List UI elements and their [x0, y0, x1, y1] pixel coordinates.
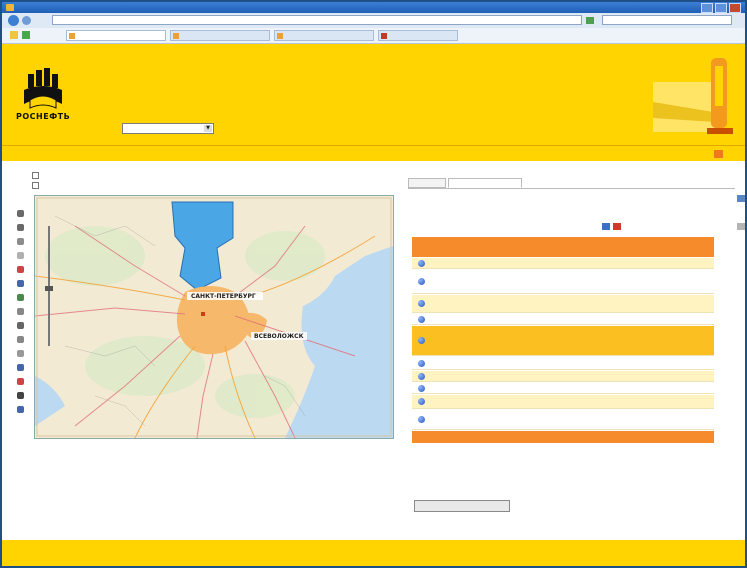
delete-icon[interactable] [613, 223, 621, 230]
map-canvas: САНКТ-ПЕТЕРБУРГ ВСЕВОЛОЖСК [35, 196, 393, 438]
browser-tab[interactable] [66, 30, 166, 41]
region-select[interactable]: ▼ [122, 123, 214, 134]
select-icon[interactable] [17, 322, 24, 329]
export-button[interactable] [414, 500, 510, 512]
row-bullet-icon [418, 385, 425, 392]
chevron-down-icon[interactable]: ▼ [204, 125, 212, 132]
browser-tab[interactable] [170, 30, 270, 41]
favorites-star-icon[interactable] [10, 31, 18, 39]
row-bullet-icon [418, 278, 425, 285]
row-bullet-icon [418, 360, 425, 367]
forward-icon[interactable] [22, 16, 31, 25]
map-label-city: ВСЕВОЛОЖСК [254, 333, 304, 340]
zoom-in-icon[interactable] [17, 210, 24, 217]
export-icon[interactable] [737, 195, 745, 202]
map-option-link[interactable] [32, 182, 42, 189]
table-row[interactable] [412, 270, 714, 294]
measure-icon[interactable] [17, 308, 24, 315]
row-bullet-icon [418, 300, 425, 307]
map-label-city: САНКТ-ПЕТЕРБУРГ [191, 293, 256, 300]
search-input[interactable] [602, 15, 732, 25]
table-row[interactable] [412, 295, 714, 313]
layers-icon[interactable] [17, 294, 24, 301]
add-favorites-icon[interactable] [22, 31, 30, 39]
rss-icon[interactable] [714, 150, 723, 158]
globe-icon[interactable] [17, 364, 24, 371]
table-row[interactable] [412, 383, 714, 394]
ruler-icon[interactable] [17, 336, 24, 343]
tab[interactable] [448, 178, 522, 188]
browser-tabs [2, 28, 745, 44]
table-header [412, 237, 714, 257]
results-panel [408, 188, 745, 519]
map-view[interactable]: САНКТ-ПЕТЕРБУРГ ВСЕВОЛОЖСК [34, 195, 394, 439]
ie-app-icon [6, 4, 14, 11]
row-bullet-icon [418, 416, 425, 423]
info-icon[interactable] [17, 280, 24, 287]
refresh-icon[interactable] [586, 17, 594, 24]
row-bullet-icon [418, 373, 425, 380]
address-input[interactable] [52, 15, 582, 25]
print-icon[interactable] [17, 392, 24, 399]
browser-window: РОСНЕФТЬ ▼ САНКТ-ПЕТЕРБУРГ ВСЕВОЛОЖСК [0, 0, 747, 568]
zoom-out-icon[interactable] [17, 224, 24, 231]
map-option-link[interactable] [32, 172, 42, 179]
minimize-button[interactable] [701, 3, 713, 13]
row-bullet-icon [418, 316, 425, 323]
header-banner-art [653, 58, 733, 134]
table-footer [412, 431, 714, 443]
window-titlebar [2, 2, 745, 13]
address-bar-row [2, 13, 745, 29]
close-button[interactable] [729, 3, 741, 13]
site-footer [2, 540, 745, 566]
grid-icon[interactable] [17, 350, 24, 357]
zoom-box-icon[interactable] [17, 252, 24, 259]
table-row[interactable] [412, 258, 714, 269]
row-bullet-icon [418, 337, 425, 344]
tab-favicon [69, 33, 75, 39]
window-controls [701, 3, 741, 13]
maximize-button[interactable] [715, 3, 727, 13]
marker-icon[interactable] [17, 266, 24, 273]
table-row[interactable] [412, 395, 714, 409]
marker-icon[interactable] [602, 223, 610, 230]
tab-favicon [173, 33, 179, 39]
checkbox[interactable] [32, 182, 39, 189]
table-row[interactable] [412, 410, 714, 430]
help-icon[interactable] [17, 406, 24, 413]
browser-tab[interactable] [378, 30, 458, 41]
tab-favicon [277, 33, 283, 39]
table-row-selected[interactable] [412, 326, 714, 356]
map-toolbar [15, 210, 27, 420]
site-header: РОСНЕФТЬ ▼ [2, 44, 745, 145]
sub-navigation-bar [2, 145, 745, 161]
help-icon[interactable] [737, 223, 745, 230]
row-bullet-icon [418, 260, 425, 267]
browser-tab[interactable] [274, 30, 374, 41]
row-bullet-icon [418, 398, 425, 405]
back-icon[interactable] [8, 15, 19, 26]
flag-icon[interactable] [17, 378, 24, 385]
sub-nav-right [706, 150, 731, 158]
checkbox[interactable] [32, 172, 39, 179]
table-row[interactable] [412, 357, 714, 370]
brand-name: РОСНЕФТЬ [16, 112, 71, 121]
tab[interactable] [408, 178, 446, 188]
table-row[interactable] [412, 371, 714, 382]
table-row[interactable] [412, 314, 714, 325]
tab-favicon [381, 33, 387, 39]
pan-icon[interactable] [17, 238, 24, 245]
